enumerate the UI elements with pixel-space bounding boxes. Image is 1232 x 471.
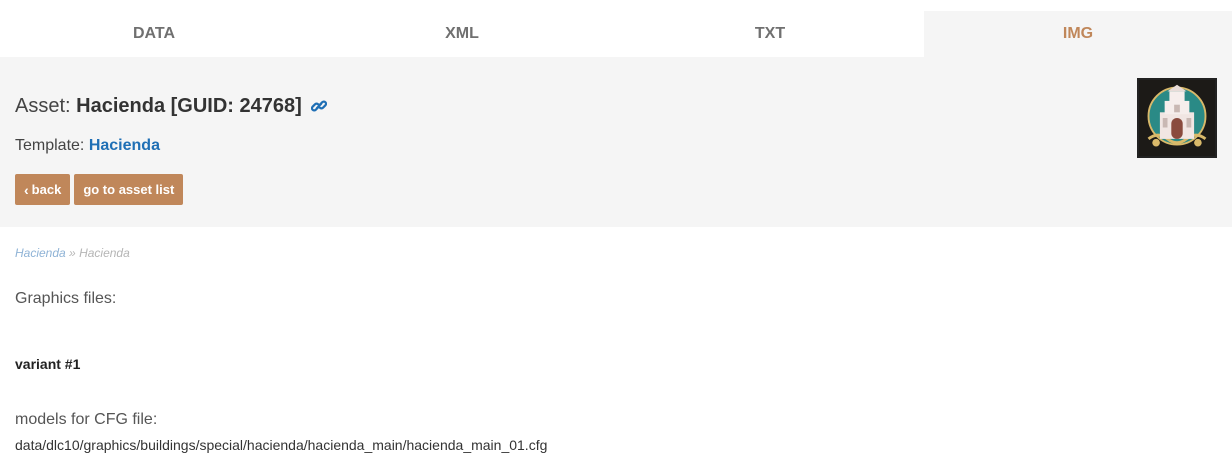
models-cfg-label: models for CFG file: xyxy=(15,411,158,428)
template-line: Template: Hacienda xyxy=(15,137,160,155)
cfg-file-path: data/dlc10/graphics/buildings/special/ha… xyxy=(15,437,548,453)
chevron-left-icon: ‹ xyxy=(24,181,29,198)
graphics-files-label: Graphics files: xyxy=(15,290,117,307)
tab-xml[interactable]: XML xyxy=(308,11,616,57)
template-prefix: Template: xyxy=(15,137,85,154)
asset-prefix: Asset: xyxy=(15,95,71,117)
breadcrumb-item-hacienda-link[interactable]: Hacienda xyxy=(15,246,66,260)
tab-data[interactable]: DATA xyxy=(0,11,308,57)
asset-header-panel: Asset: Hacienda [GUID: 24768] Template: … xyxy=(0,57,1232,227)
back-button[interactable]: ‹ back xyxy=(15,174,71,205)
link-icon[interactable] xyxy=(311,98,328,114)
asset-list-button-label: go to asset list xyxy=(83,182,175,197)
breadcrumb-separator: » xyxy=(69,246,76,260)
asset-title: Asset: Hacienda [GUID: 24768] xyxy=(15,95,328,118)
breadcrumb-item-hacienda-current: Hacienda xyxy=(79,246,130,260)
hacienda-building-icon xyxy=(1137,78,1217,158)
action-buttons: ‹ back go to asset list xyxy=(15,174,184,205)
tab-img[interactable]: IMG xyxy=(924,11,1232,57)
template-link[interactable]: Hacienda xyxy=(89,137,160,154)
back-button-label: back xyxy=(31,182,62,197)
tab-bar: DATA XML TXT IMG xyxy=(0,11,1232,57)
tab-txt[interactable]: TXT xyxy=(616,11,924,57)
asset-name: Hacienda [GUID: 24768] xyxy=(76,95,302,117)
variant-heading: variant #1 xyxy=(15,356,81,372)
asset-list-button[interactable]: go to asset list xyxy=(74,174,184,205)
breadcrumb: Hacienda » Hacienda xyxy=(15,246,130,260)
